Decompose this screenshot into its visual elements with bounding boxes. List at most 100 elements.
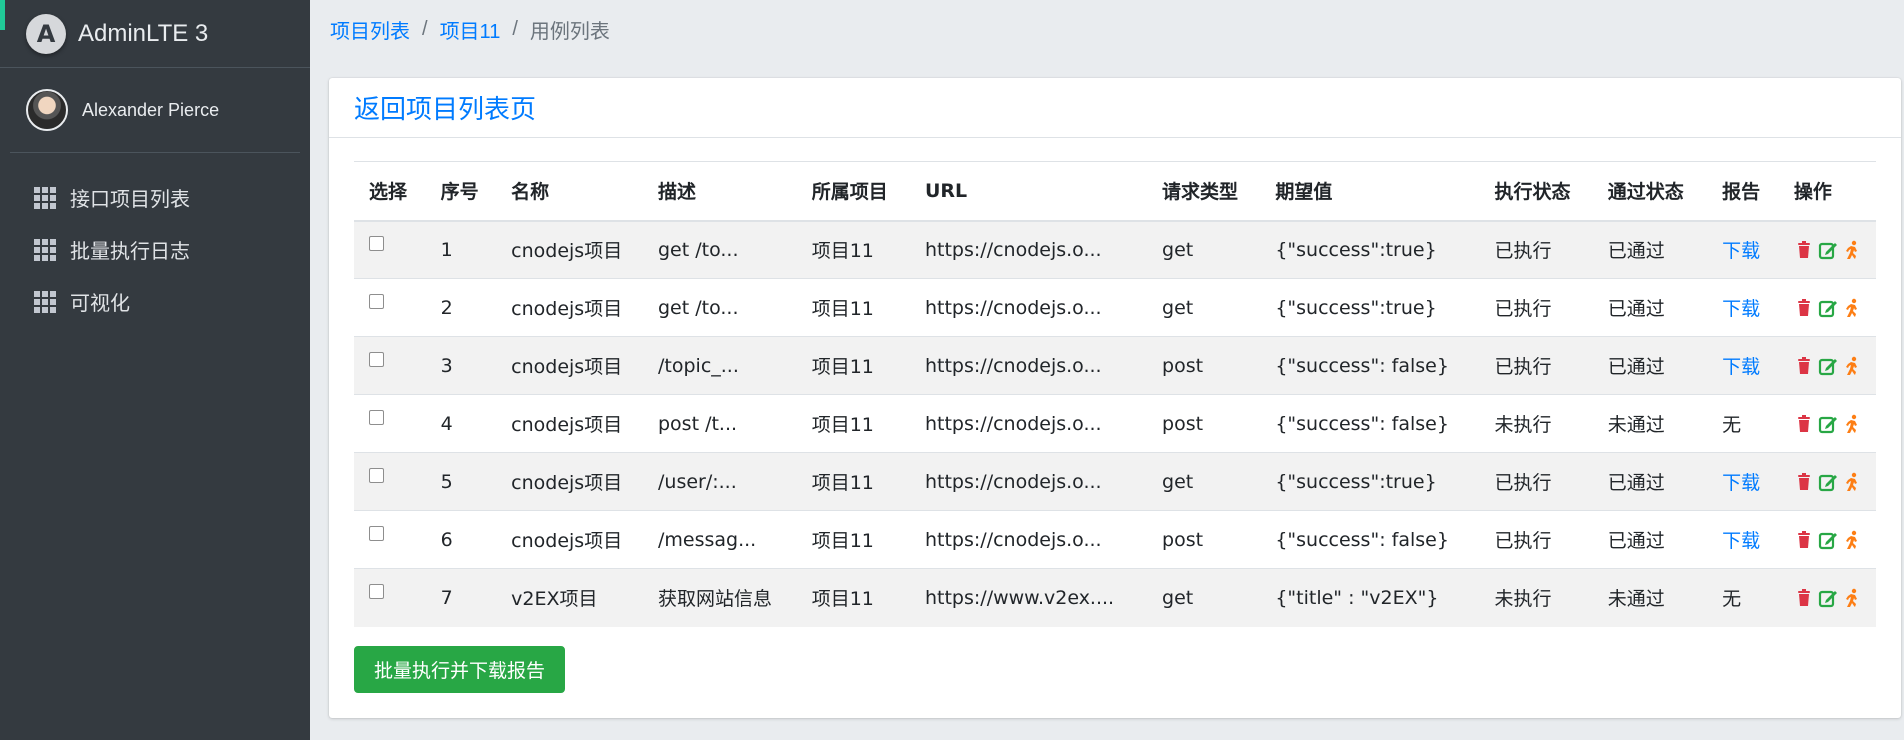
run-icon[interactable] bbox=[1842, 298, 1862, 318]
cell-exec-status: 已执行 bbox=[1494, 356, 1552, 378]
run-icon[interactable] bbox=[1842, 472, 1862, 492]
edit-icon[interactable] bbox=[1818, 356, 1838, 376]
trash-icon[interactable] bbox=[1794, 240, 1814, 260]
cell-exec-status: 未执行 bbox=[1494, 588, 1552, 611]
edit-icon[interactable] bbox=[1818, 240, 1838, 260]
sidebar-item-visualization[interactable]: 可视化 bbox=[0, 275, 310, 327]
table-body: 1 cnodejs项目 get /to... 项目11 https://cnodejs.… bbox=[354, 220, 1876, 627]
cell-exec-status: 已执行 bbox=[1494, 240, 1552, 263]
col-header-select: 选择 bbox=[369, 181, 408, 204]
cell-actions bbox=[1779, 569, 1876, 627]
cell-project: 项目11 bbox=[811, 588, 874, 611]
table-header-row: 选择 序号 名称 描述 所属项目 URL 请求类型 期望值 执行状态 通过状态 … bbox=[354, 161, 1876, 221]
cell-project: 项目11 bbox=[811, 414, 874, 436]
accent-strip bbox=[0, 0, 5, 30]
run-icon[interactable] bbox=[1842, 240, 1862, 260]
trash-icon[interactable] bbox=[1794, 588, 1814, 608]
cell-actions bbox=[1779, 511, 1876, 569]
report-download-link[interactable]: 下载 bbox=[1722, 530, 1760, 552]
edit-icon[interactable] bbox=[1818, 472, 1838, 492]
cell-actions bbox=[1779, 395, 1876, 453]
cell-select bbox=[354, 453, 426, 511]
user-name[interactable]: Alexander Pierce bbox=[82, 100, 219, 121]
row-checkbox[interactable] bbox=[369, 467, 384, 483]
cell-report: 无 bbox=[1722, 414, 1742, 436]
row-checkbox[interactable] bbox=[369, 293, 384, 309]
cell-report: 下载 bbox=[1707, 221, 1779, 279]
col-header-description: 描述 bbox=[658, 181, 697, 204]
cell-url: https://cnodejs.o... bbox=[924, 238, 1102, 261]
cell-pass-status: 已通过 bbox=[1607, 472, 1665, 494]
trash-icon[interactable] bbox=[1794, 298, 1814, 318]
cell-name: cnodejs项目 bbox=[511, 414, 623, 436]
sidebar-item-project-list[interactable]: 接口项目列表 bbox=[0, 171, 310, 223]
cell-name: cnodejs项目 bbox=[511, 298, 623, 320]
cell-pass-status: 已通过 bbox=[1607, 240, 1665, 263]
cell-index: 2 bbox=[440, 296, 453, 319]
cell-description: /messag... bbox=[658, 528, 757, 551]
trash-icon[interactable] bbox=[1794, 414, 1814, 434]
table-row: 6 cnodejs项目/messag... 项目11 https://cnodejs.… bbox=[354, 510, 1876, 569]
row-checkbox[interactable] bbox=[369, 525, 384, 541]
brand-text: AdminLTE 3 bbox=[78, 19, 209, 47]
cell-index: 1 bbox=[440, 238, 453, 261]
edit-icon[interactable] bbox=[1818, 588, 1838, 608]
cell-description: get /to... bbox=[658, 296, 739, 319]
edit-icon[interactable] bbox=[1818, 298, 1838, 318]
table-row: 2 cnodejs项目 get /to... 项目11 https://cnodejs.… bbox=[354, 278, 1876, 337]
cell-method: post bbox=[1162, 412, 1204, 435]
cell-url: https://www.v2ex.... bbox=[924, 586, 1115, 609]
cell-pass-status: 未通过 bbox=[1607, 588, 1665, 611]
trash-icon[interactable] bbox=[1794, 530, 1814, 550]
brand-link[interactable]: A AdminLTE 3 bbox=[0, 0, 310, 68]
cell-select bbox=[354, 279, 426, 337]
col-header-pass-status: 通过状态 bbox=[1607, 181, 1684, 204]
breadcrumb-project[interactable]: 项目11 bbox=[440, 15, 501, 44]
cell-report: 下载 bbox=[1707, 337, 1779, 395]
batch-run-download-button[interactable]: 批量执行并下载报告 bbox=[354, 646, 565, 693]
back-to-project-list-link[interactable]: 返回项目列表页 bbox=[354, 89, 536, 126]
report-download-link[interactable]: 下载 bbox=[1722, 240, 1760, 262]
run-icon[interactable] bbox=[1842, 356, 1862, 376]
table-row: 5 cnodejs项目/user/:... 项目11 https://cnodejs.… bbox=[354, 452, 1876, 511]
report-download-link[interactable]: 下载 bbox=[1722, 298, 1760, 320]
cell-description: 获取网站信息 bbox=[658, 588, 773, 611]
cell-actions bbox=[1779, 221, 1876, 279]
run-icon[interactable] bbox=[1842, 530, 1862, 550]
row-checkbox[interactable] bbox=[369, 235, 384, 251]
report-download-link[interactable]: 下载 bbox=[1722, 472, 1760, 494]
edit-icon[interactable] bbox=[1818, 530, 1838, 550]
trash-icon[interactable] bbox=[1794, 356, 1814, 376]
cell-expected: {"success": false} bbox=[1275, 354, 1449, 377]
report-download-link[interactable]: 下载 bbox=[1722, 356, 1760, 378]
sidebar-item-batch-log[interactable]: 批量执行日志 bbox=[0, 223, 310, 275]
avatar[interactable] bbox=[26, 89, 68, 131]
cell-select bbox=[354, 569, 426, 627]
row-checkbox[interactable] bbox=[369, 409, 384, 425]
run-icon[interactable] bbox=[1842, 588, 1862, 608]
run-icon[interactable] bbox=[1842, 414, 1862, 434]
cell-description: get /to... bbox=[658, 238, 739, 261]
cell-name: cnodejs项目 bbox=[511, 472, 623, 494]
col-header-actions: 操作 bbox=[1793, 181, 1832, 204]
cell-index: 7 bbox=[440, 586, 453, 609]
row-checkbox[interactable] bbox=[369, 583, 384, 599]
cell-description: post /t... bbox=[658, 412, 738, 435]
edit-icon[interactable] bbox=[1818, 414, 1838, 434]
cell-index: 5 bbox=[440, 470, 453, 493]
cell-expected: {"success": false} bbox=[1275, 412, 1449, 435]
trash-icon[interactable] bbox=[1794, 472, 1814, 492]
cell-url: https://cnodejs.o... bbox=[924, 528, 1102, 551]
row-checkbox[interactable] bbox=[369, 351, 384, 367]
cell-method: get bbox=[1162, 296, 1194, 319]
cell-description: /topic_... bbox=[658, 354, 739, 377]
table-row: 3 cnodejs项目/topic_... 项目11 https://cnodejs.… bbox=[354, 336, 1876, 395]
cell-pass-status: 已通过 bbox=[1607, 530, 1665, 552]
breadcrumb-project-list[interactable]: 项目列表 bbox=[330, 15, 410, 44]
cell-url: https://cnodejs.o... bbox=[924, 412, 1102, 435]
col-header-method: 请求类型 bbox=[1162, 181, 1239, 204]
col-header-name: 名称 bbox=[511, 181, 550, 204]
cell-name: cnodejs项目 bbox=[511, 240, 623, 263]
cell-project: 项目11 bbox=[811, 240, 874, 263]
grid-icon bbox=[34, 239, 56, 261]
